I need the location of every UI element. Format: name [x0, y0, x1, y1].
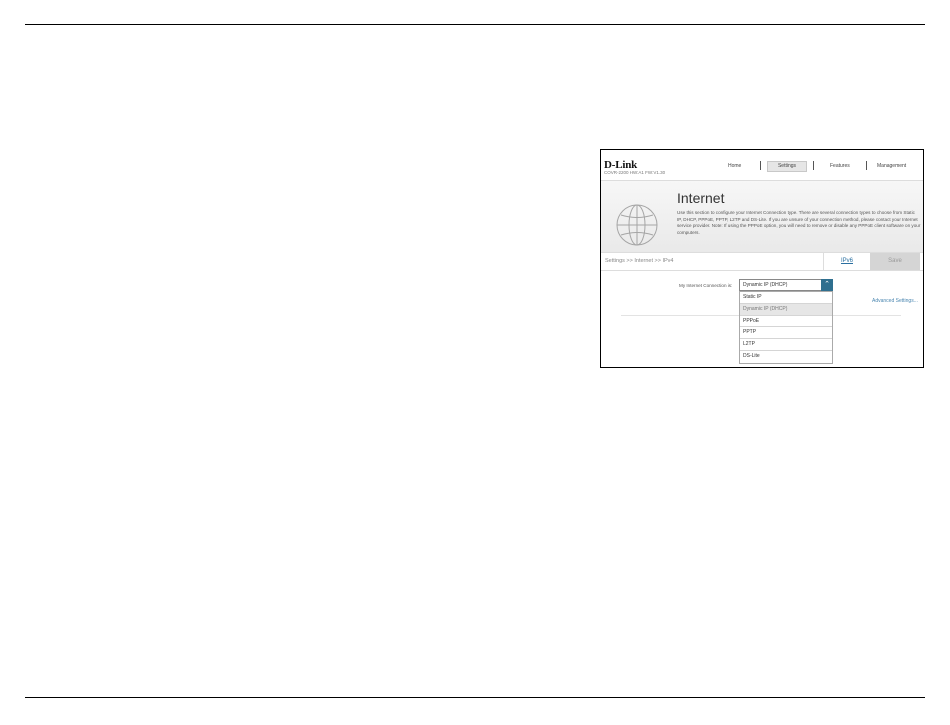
option-dynamic-ip[interactable]: Dynamic IP (DHCP)	[740, 303, 832, 316]
ipv6-link[interactable]: IPv6	[823, 253, 870, 270]
header-rule	[25, 24, 925, 25]
nav-separator	[866, 161, 867, 170]
nav-features[interactable]: Features	[830, 163, 850, 169]
breadcrumb: Settings >> Internet >> IPv4	[605, 258, 674, 264]
save-button[interactable]: Save	[870, 253, 920, 270]
option-pppoe[interactable]: PPPoE	[740, 316, 832, 328]
option-static-ip[interactable]: Static IP	[740, 292, 832, 304]
router-top-bar: D-Link COVR-2200 HW:A1 FW:V1.30 Home Set…	[601, 150, 923, 180]
nav-home[interactable]: Home	[728, 163, 741, 169]
page-title: Internet	[677, 190, 725, 206]
nav-separator	[760, 161, 761, 170]
nav-management[interactable]: Management	[877, 163, 906, 169]
connection-type-label: My Internet Connection is:	[679, 283, 733, 288]
connection-type-select[interactable]: Dynamic IP (DHCP) ⌃	[739, 279, 833, 291]
globe-icon	[616, 204, 658, 246]
option-pptp[interactable]: PPTP	[740, 327, 832, 340]
footer-rule	[25, 697, 925, 698]
option-ds-lite[interactable]: DS-Lite	[740, 351, 832, 363]
chevron-up-icon[interactable]: ⌃	[821, 279, 833, 291]
model-info: COVR-2200 HW:A1 FW:V1.30	[604, 170, 666, 175]
nav-settings[interactable]: Settings	[767, 161, 807, 172]
connection-type-dropdown: Static IP Dynamic IP (DHCP) PPPoE PPTP L…	[739, 291, 833, 364]
router-screenshot: D-Link COVR-2200 HW:A1 FW:V1.30 Home Set…	[600, 149, 924, 368]
connection-type-value: Dynamic IP (DHCP)	[743, 282, 788, 288]
nav-separator	[813, 161, 814, 170]
page-header: Internet Use this section to configure y…	[601, 180, 923, 253]
page-description: Use this section to configure your Inter…	[677, 210, 921, 235]
advanced-settings-link[interactable]: Advanced Settings...	[872, 298, 918, 304]
breadcrumb-bar: Settings >> Internet >> IPv4 IPv6 Save	[601, 252, 923, 271]
option-l2tp[interactable]: L2TP	[740, 339, 832, 351]
